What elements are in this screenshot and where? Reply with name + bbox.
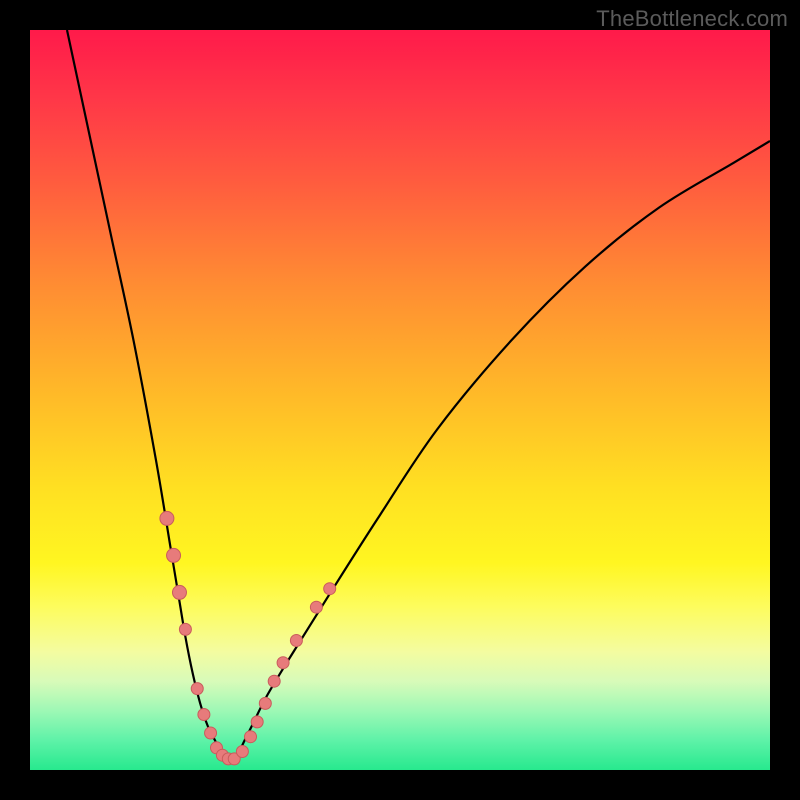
data-point bbox=[191, 683, 203, 695]
watermark-text: TheBottleneck.com bbox=[596, 6, 788, 32]
data-point bbox=[167, 548, 181, 562]
data-point bbox=[160, 511, 174, 525]
data-point bbox=[179, 623, 191, 635]
data-point bbox=[310, 601, 322, 613]
bottleneck-curve bbox=[67, 30, 770, 763]
data-point bbox=[251, 716, 263, 728]
chart-overlay bbox=[30, 30, 770, 770]
data-point bbox=[277, 657, 289, 669]
data-point bbox=[259, 697, 271, 709]
data-point bbox=[324, 583, 336, 595]
data-point bbox=[172, 585, 186, 599]
data-point bbox=[236, 746, 248, 758]
data-point bbox=[290, 635, 302, 647]
data-point bbox=[245, 731, 257, 743]
data-point bbox=[198, 709, 210, 721]
plot-area bbox=[30, 30, 770, 770]
chart-frame: TheBottleneck.com bbox=[0, 0, 800, 800]
data-point bbox=[268, 675, 280, 687]
data-point bbox=[205, 727, 217, 739]
